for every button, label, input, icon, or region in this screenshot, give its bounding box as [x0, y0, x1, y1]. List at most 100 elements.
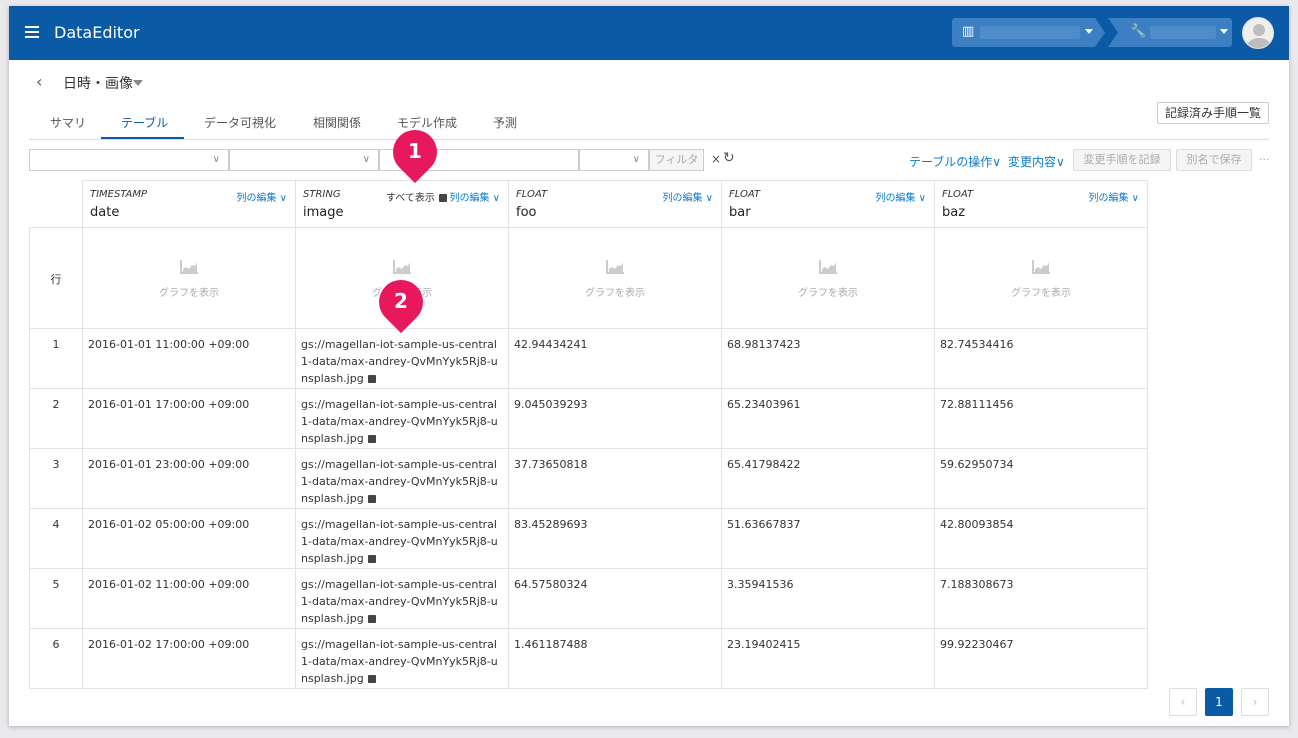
bar-cell[interactable]: 65.41798422	[721, 448, 935, 509]
table-operations-menu[interactable]: テーブルの操作∨	[909, 153, 1001, 170]
organization-selector[interactable]: ▥	[952, 18, 1105, 47]
image-icon[interactable]	[367, 615, 376, 623]
image-cell[interactable]: gs://magellan-iot-sample-us-central1-dat…	[295, 628, 509, 689]
callout-label-1: 1	[408, 139, 422, 163]
row-number-text: 1	[52, 338, 60, 351]
column-header: FLOAT foo 列の編集 ∨	[508, 180, 722, 228]
tab-prediction[interactable]: 予測	[493, 114, 517, 131]
page-button-current[interactable]: 1	[1205, 688, 1233, 716]
edit-column-button[interactable]: 列の編集 ∨	[450, 189, 501, 204]
baz-cell[interactable]: 82.74534416	[934, 328, 1148, 389]
bar-cell[interactable]: 51.63667837	[721, 508, 935, 569]
refresh-icon[interactable]: ↻	[723, 150, 735, 166]
tab-visualization[interactable]: データ可視化	[204, 114, 276, 131]
image-cell[interactable]: gs://magellan-iot-sample-us-central1-dat…	[295, 388, 509, 449]
foo-cell[interactable]: 37.73650818	[508, 448, 722, 509]
building-icon: ▥	[962, 24, 975, 39]
bar-cell[interactable]: 68.98137423	[721, 328, 935, 389]
column-header: TIMESTAMP date 列の編集 ∨	[82, 180, 296, 228]
edit-column-button[interactable]: 列の編集 ∨	[663, 189, 714, 204]
save-as-button[interactable]: 別名で保存	[1176, 149, 1252, 171]
prev-page-button[interactable]: ‹	[1169, 688, 1197, 716]
back-button[interactable]: ‹	[36, 72, 42, 91]
chart-cell[interactable]: グラフを表示	[82, 227, 296, 329]
logic-select[interactable]: ∨	[579, 149, 649, 171]
baz-cell[interactable]: 99.92230467	[934, 628, 1148, 689]
project-selector[interactable]: 🔧	[1108, 18, 1232, 47]
date-cell[interactable]: 2016-01-01 17:00:00 +09:00	[82, 388, 296, 449]
date-cell[interactable]: 2016-01-01 11:00:00 +09:00	[82, 328, 296, 389]
more-icon[interactable]: ···	[1259, 153, 1270, 166]
tab-bar: サマリ テーブル データ可視化 相関関係 モデル作成 予測	[29, 110, 1269, 140]
foo-cell[interactable]: 9.045039293	[508, 388, 722, 449]
edit-column-button[interactable]: 列の編集 ∨	[876, 189, 927, 204]
date-cell-text: 2016-01-02 17:00:00 +09:00	[88, 638, 250, 651]
bar-cell[interactable]: 3.35941536	[721, 568, 935, 629]
show-chart-label: グラフを表示	[585, 288, 645, 299]
changes-menu[interactable]: 変更内容∨	[1008, 153, 1065, 170]
operator-select[interactable]: ∨	[229, 149, 379, 171]
organization-name	[980, 26, 1080, 39]
bar-cell-text: 51.63667837	[727, 518, 801, 531]
foo-cell[interactable]: 83.45289693	[508, 508, 722, 569]
table-row: 1 2016-01-01 11:00:00 +09:00 gs://magellan…	[29, 328, 1148, 389]
edit-column-button[interactable]: 列の編集 ∨	[1089, 189, 1140, 204]
foo-cell[interactable]: 1.461187488	[508, 628, 722, 689]
edit-column-label: 列の編集	[1088, 193, 1129, 204]
tab-summary[interactable]: サマリ	[50, 114, 86, 131]
tab-correlation[interactable]: 相関関係	[313, 114, 361, 131]
column-type: TIMESTAMP	[90, 189, 148, 200]
avatar-body	[1247, 38, 1271, 48]
image-cell-text: gs://magellan-iot-sample-us-central1-dat…	[301, 398, 498, 445]
avatar[interactable]	[1242, 17, 1274, 49]
row-number-text: 6	[52, 638, 60, 651]
record-steps-button[interactable]: 変更手順を記録	[1073, 149, 1171, 171]
app-window: DataEditor ▥ 🔧 ‹ 日時・画像 サマリ テーブル データ可視化 相…	[9, 6, 1289, 726]
image-cell[interactable]: gs://magellan-iot-sample-us-central1-dat…	[295, 448, 509, 509]
foo-cell[interactable]: 64.57580324	[508, 568, 722, 629]
date-cell[interactable]: 2016-01-01 23:00:00 +09:00	[82, 448, 296, 509]
chart-cell[interactable]: グラフを表示	[508, 227, 722, 329]
row-number-text: 2	[52, 398, 60, 411]
chart-cell[interactable]: グラフを表示	[934, 227, 1148, 329]
filter-button[interactable]: フィルタ	[649, 149, 704, 171]
tab-table[interactable]: テーブル	[121, 114, 168, 131]
row-label: 行	[29, 227, 83, 329]
image-icon[interactable]	[367, 495, 376, 503]
clear-filter-button[interactable]: ×	[711, 152, 721, 166]
chart-cell[interactable]: グラフを表示	[721, 227, 935, 329]
bar-cell[interactable]: 23.19402415	[721, 628, 935, 689]
baz-cell[interactable]: 72.88111456	[934, 388, 1148, 449]
image-cell[interactable]: gs://magellan-iot-sample-us-central1-dat…	[295, 568, 509, 629]
tab-modeling[interactable]: モデル作成	[397, 114, 457, 131]
baz-cell[interactable]: 7.188308673	[934, 568, 1148, 629]
table-header-row: TIMESTAMP date 列の編集 ∨ STRING image すべて表示…	[29, 180, 1148, 228]
image-icon[interactable]	[367, 555, 376, 563]
recorded-steps-button[interactable]: 記録済み手順一覧	[1157, 102, 1269, 124]
image-icon[interactable]	[367, 375, 376, 383]
image-icon[interactable]	[367, 435, 376, 443]
date-cell[interactable]: 2016-01-02 05:00:00 +09:00	[82, 508, 296, 569]
row-number: 6	[29, 628, 83, 689]
bar-cell[interactable]: 65.23403961	[721, 388, 935, 449]
show-chart-label: グラフを表示	[159, 288, 219, 299]
image-icon[interactable]	[367, 675, 376, 683]
show-all-images-button[interactable]: すべて表示	[386, 189, 447, 204]
next-page-button[interactable]: ›	[1241, 688, 1269, 716]
edit-column-button[interactable]: 列の編集 ∨	[237, 189, 288, 204]
image-cell[interactable]: gs://magellan-iot-sample-us-central1-dat…	[295, 508, 509, 569]
date-cell[interactable]: 2016-01-02 17:00:00 +09:00	[82, 628, 296, 689]
image-cell-text: gs://magellan-iot-sample-us-central1-dat…	[301, 638, 498, 685]
baz-cell[interactable]: 42.80093854	[934, 508, 1148, 569]
column-type: FLOAT	[516, 189, 548, 200]
bar-cell-text: 3.35941536	[727, 578, 794, 591]
column-name: bar	[729, 205, 751, 220]
baz-cell[interactable]: 59.62950734	[934, 448, 1148, 509]
date-cell[interactable]: 2016-01-02 11:00:00 +09:00	[82, 568, 296, 629]
menu-icon[interactable]	[25, 26, 39, 38]
image-cell[interactable]: gs://magellan-iot-sample-us-central1-dat…	[295, 328, 509, 389]
foo-cell[interactable]: 42.94434241	[508, 328, 722, 389]
column-select[interactable]: ∨	[29, 149, 229, 171]
chevron-down-icon[interactable]	[133, 80, 143, 86]
row-number: 2	[29, 388, 83, 449]
